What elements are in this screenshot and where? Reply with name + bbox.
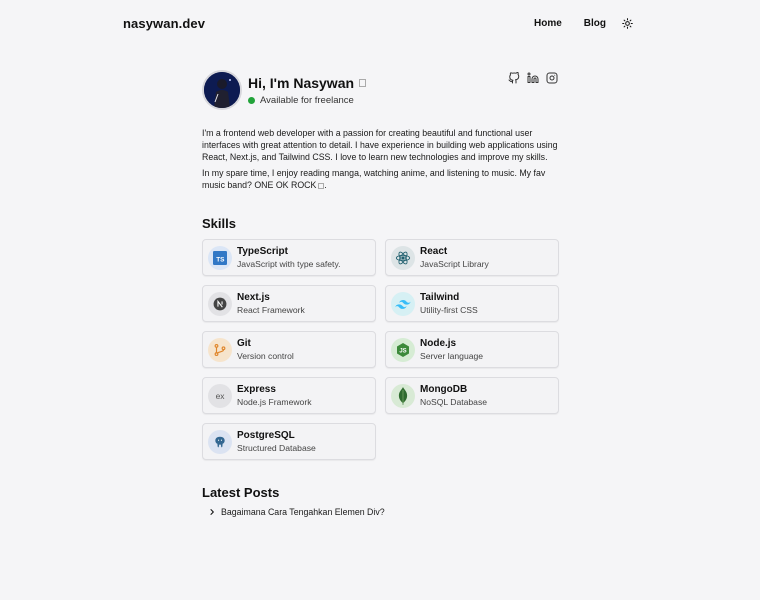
express-icon: ex [208, 383, 232, 408]
status-text: Available for freelance [260, 94, 354, 106]
skill-name: MongoDB [420, 383, 468, 395]
avatar [202, 70, 242, 110]
react-icon [391, 245, 415, 270]
skill-desc: NoSQL Database [420, 396, 488, 407]
bio-paragraph-2: In my spare time, I enjoy reading manga,… [202, 167, 559, 191]
linkedin-icon[interactable] [527, 72, 540, 85]
nextjs-icon [208, 291, 232, 316]
skill-text: Node.js Server language [420, 338, 483, 362]
skill-name: PostgreSQL [237, 429, 295, 441]
skill-name: Tailwind [420, 291, 460, 303]
skill-desc: Version control [237, 350, 294, 361]
wave-emoji-icon [359, 78, 367, 87]
skill-text: Express Node.js Framework [237, 384, 312, 408]
skill-card-express[interactable]: ex Express Node.js Framework [202, 377, 376, 414]
skill-card-react[interactable]: React JavaScript Library [385, 239, 559, 276]
skill-card-nextjs[interactable]: Next.js React Framework [202, 285, 376, 322]
profile-section: Hi, I'm Nasywan Available for freelance [202, 68, 559, 112]
nodejs-icon: JS [391, 337, 415, 362]
skill-card-mongodb[interactable]: MongoDB NoSQL Database [385, 377, 559, 414]
chevron-right-icon [208, 508, 216, 516]
svg-text:JS: JS [399, 348, 406, 354]
skill-name: TypeScript [237, 245, 288, 257]
skill-text: TypeScript JavaScript with type safety. [237, 246, 341, 270]
bio-section: I'm a frontend web developer with a pass… [202, 127, 559, 191]
sun-icon[interactable] [621, 17, 633, 29]
tailwind-icon [391, 291, 415, 316]
nav-home-link[interactable]: Home [534, 18, 562, 29]
skill-text: Next.js React Framework [237, 292, 305, 316]
skill-name: Express [237, 383, 276, 395]
skill-card-nodejs[interactable]: JS Node.js Server language [385, 331, 559, 368]
instagram-icon[interactable] [546, 72, 559, 85]
post-title: Bagaimana Cara Tengahkan Elemen Div? [221, 507, 385, 517]
skill-desc: Structured Database [237, 442, 316, 453]
skill-desc: Node.js Framework [237, 396, 312, 407]
main-content: Hi, I'm Nasywan Available for freelance [202, 68, 559, 517]
skill-card-typescript[interactable]: TS TypeScript JavaScript with type safet… [202, 239, 376, 276]
skill-card-postgresql[interactable]: PostgreSQL Structured Database [202, 423, 376, 460]
status-dot-icon [248, 96, 255, 104]
postgresql-icon [208, 429, 232, 454]
bio-paragraph-1: I'm a frontend web developer with a pass… [202, 128, 558, 162]
skill-name: Next.js [237, 291, 270, 303]
latest-posts-heading: Latest Posts [202, 485, 280, 500]
typescript-icon: TS [208, 245, 232, 270]
mongodb-icon [391, 383, 415, 408]
skill-desc: React Framework [237, 304, 305, 315]
svg-text:TS: TS [216, 256, 225, 263]
post-link[interactable]: Bagaimana Cara Tengahkan Elemen Div? [202, 507, 559, 517]
bio-paragraph-2-text: In my spare time, I enjoy reading manga,… [202, 168, 546, 190]
skill-card-git[interactable]: Git Version control [202, 331, 376, 368]
profile-info: Hi, I'm Nasywan Available for freelance [248, 74, 367, 106]
bio-paragraph-2-end: . [324, 180, 327, 190]
skill-name: Node.js [420, 337, 457, 349]
skill-text: Tailwind Utility-first CSS [420, 292, 478, 316]
skills-heading: Skills [202, 216, 236, 231]
skill-text: PostgreSQL Structured Database [237, 430, 316, 454]
git-icon [208, 337, 232, 362]
nav-blog-link[interactable]: Blog [584, 18, 606, 29]
skill-desc: JavaScript with type safety. [237, 258, 341, 269]
site-header: nasywan.dev Home Blog [123, 14, 633, 32]
profile-greeting-row: Hi, I'm Nasywan [248, 74, 367, 91]
skill-text: MongoDB NoSQL Database [420, 384, 487, 408]
site-logo[interactable]: nasywan.dev [123, 16, 205, 31]
skill-name: React [420, 245, 448, 257]
github-icon[interactable] [508, 72, 521, 85]
skill-desc: Server language [420, 350, 484, 361]
availability-status: Available for freelance [248, 95, 366, 106]
skill-name: Git [237, 337, 251, 349]
profile-greeting: Hi, I'm Nasywan [248, 74, 355, 91]
social-links [508, 72, 559, 85]
skill-card-tailwind[interactable]: Tailwind Utility-first CSS [385, 285, 559, 322]
skill-desc: Utility-first CSS [420, 304, 478, 315]
main-nav: Home Blog [534, 17, 633, 29]
svg-text:ex: ex [216, 391, 226, 401]
skill-text: React JavaScript Library [420, 246, 489, 270]
skill-desc: JavaScript Library [420, 258, 489, 269]
skill-text: Git Version control [237, 338, 294, 362]
skills-grid: TS TypeScript JavaScript with type safet… [202, 239, 559, 460]
